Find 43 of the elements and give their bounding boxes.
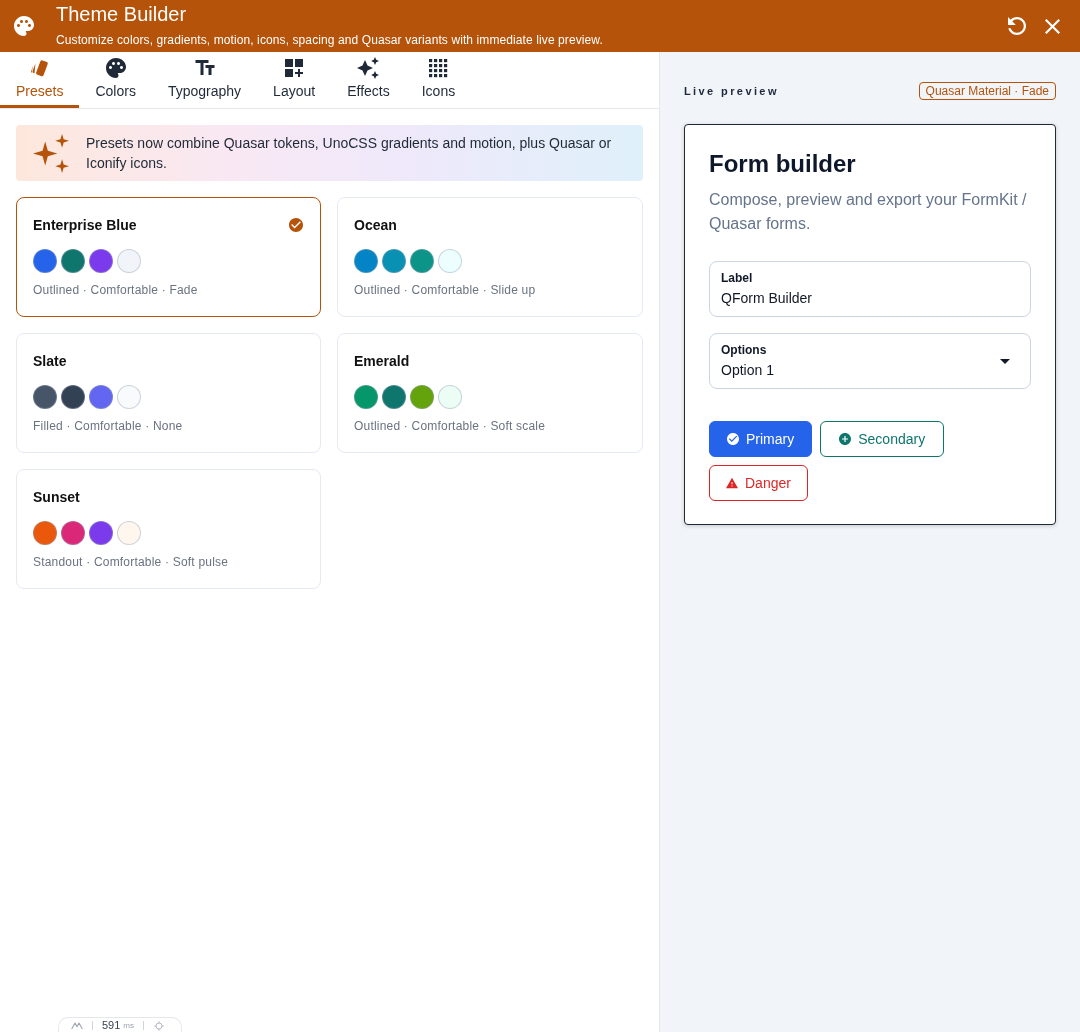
preset-name: Sunset [33, 488, 80, 507]
section-label: Live preview [684, 85, 779, 97]
palette-icon [14, 16, 34, 36]
window-title: Theme Builder [56, 2, 188, 26]
sparkles-icon [33, 133, 69, 173]
warning-icon [726, 477, 738, 489]
preset-summary: Outlined · Comfortable · Fade [33, 282, 199, 298]
window-subtitle: Customize colors, gradients, motion, icons, spacing and Quasar variants with immediate live preview. [56, 32, 603, 48]
refresh-icon[interactable] [1008, 17, 1026, 35]
preset-name: Enterprise Blue [33, 216, 137, 235]
preset-summary: Outlined · Comfortable · Soft scale [354, 418, 547, 434]
time-unit: ms [123, 1020, 135, 1032]
tab[interactable]: Colors [79, 52, 152, 108]
primary-button[interactable]: Primary [709, 421, 813, 457]
danger-button[interactable]: Danger [709, 465, 808, 501]
preset-name: Slate [33, 352, 67, 371]
preset-name: Ocean [354, 216, 397, 235]
preset-card[interactable]: Sunset Standout · Comfortable · Soft pulse [16, 469, 321, 589]
preset-card[interactable]: Emerald Outlined · Comfortable · Soft scale [337, 333, 643, 453]
preset-name: Emerald [354, 352, 410, 371]
palette-icon [103, 56, 128, 80]
preset-summary: Outlined · Comfortable · Slide up [354, 282, 537, 298]
caret-down-icon [1000, 358, 1010, 364]
render-time: 591 [102, 1019, 121, 1032]
form-title: Form builder [709, 149, 857, 179]
tab[interactable]: Presets [0, 52, 80, 108]
preset-card[interactable]: Ocean Outlined · Comfortable · Slide up [337, 197, 643, 317]
preset-badge: Quasar Material · Fade [918, 82, 1056, 100]
preset-summary: Filled · Comfortable · None [33, 418, 184, 434]
select-field[interactable]: Options Option 1 [709, 333, 1031, 389]
tab[interactable]: Typography [151, 52, 258, 108]
text-field[interactable]: Label QForm Builder [709, 261, 1031, 317]
tab[interactable]: Layout [257, 52, 332, 108]
form-description: Compose, preview and export your FormKit / Quasar forms. [709, 190, 1028, 234]
banner-text: Presets now combine Quasar tokens, UnoCSS gradients and motion, plus Quasar or Iconify icons. [86, 134, 613, 173]
preset-summary: Standout · Comfortable · Soft pulse [33, 554, 230, 570]
preset-card[interactable]: Slate Filled · Comfortable · None [16, 333, 321, 453]
preset-card[interactable]: Enterprise Blue Outlined · Comfortable · Fade [16, 197, 321, 317]
close-icon[interactable] [1045, 18, 1060, 34]
sparkles-icon [356, 56, 381, 80]
tab[interactable]: Effects [331, 52, 406, 108]
secondary-button[interactable]: Secondary [820, 421, 945, 457]
tab[interactable]: Icons [405, 52, 472, 108]
